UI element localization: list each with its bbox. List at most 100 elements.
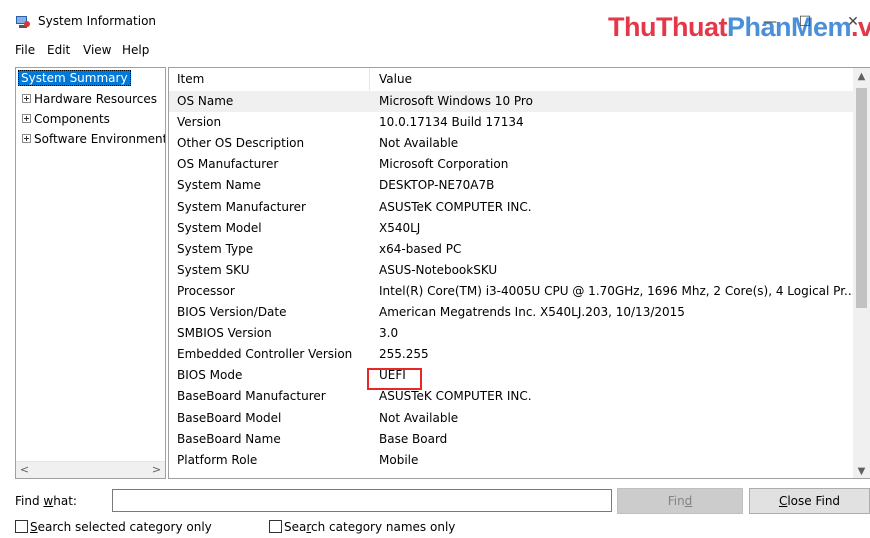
cell-value: 3.0 bbox=[379, 326, 399, 341]
find-bar: Find what: Find Close Find Search select… bbox=[0, 480, 870, 538]
tree-item-components[interactable]: Components bbox=[22, 110, 110, 130]
table-row[interactable]: BaseBoard Manufacturer ASUSTeK COMPUTER I… bbox=[169, 386, 855, 407]
maximize-button[interactable]: ☐ bbox=[790, 10, 820, 34]
column-header-value[interactable]: Value bbox=[379, 72, 412, 86]
category-tree[interactable]: System Summary Hardware Resources Compon… bbox=[15, 67, 166, 479]
scroll-left-icon[interactable]: < bbox=[16, 462, 33, 478]
close-button[interactable]: ✕ bbox=[838, 10, 868, 34]
cell-item: System Manufacturer bbox=[177, 199, 306, 214]
scroll-thumb[interactable] bbox=[856, 88, 867, 308]
checkbox2-prefix: Sea bbox=[284, 520, 307, 534]
cell-item: OS Name bbox=[177, 94, 234, 108]
minimize-button[interactable]: — bbox=[755, 10, 785, 34]
tree-item-software-environment[interactable]: Software Environment bbox=[22, 130, 166, 150]
cell-value: ASUSTeK COMPUTER INC. bbox=[379, 199, 532, 214]
checkbox1-label: earch selected category only bbox=[37, 520, 212, 534]
search-selected-category-checkbox[interactable]: Search selected category only bbox=[15, 520, 212, 534]
table-row[interactable]: BaseBoard Model Not Available bbox=[169, 408, 855, 429]
cell-value: Microsoft Corporation bbox=[379, 157, 509, 172]
table-row[interactable]: Other OS Description Not Available bbox=[169, 133, 855, 154]
close-find-suffix: lose Find bbox=[787, 494, 841, 508]
cell-item: BIOS Version/Date bbox=[177, 305, 287, 319]
plus-expander-icon[interactable] bbox=[22, 114, 31, 123]
cell-item: Embedded Controller Version bbox=[177, 347, 353, 362]
cell-item: OS Manufacturer bbox=[177, 157, 279, 172]
watermark: ThuThuatPhanMem.vn bbox=[608, 11, 870, 43]
cell-value: ASUS-NotebookSKU bbox=[379, 262, 498, 277]
tree-item-system-summary[interactable]: System Summary bbox=[18, 69, 131, 89]
cell-value: Not Available bbox=[379, 410, 459, 425]
window-title: System Information bbox=[38, 14, 157, 28]
cell-item: Other OS Description bbox=[177, 136, 305, 151]
cell-item: SMBIOS Version bbox=[177, 326, 272, 341]
plus-expander-icon[interactable] bbox=[22, 94, 31, 103]
scroll-right-icon[interactable]: > bbox=[148, 462, 165, 478]
cell-value: Microsoft Windows 10 Pro bbox=[379, 94, 533, 108]
cell-value: X540LJ bbox=[379, 220, 421, 235]
tree-item-label: System Summary bbox=[18, 70, 131, 86]
watermark-part-a: ThuThuat bbox=[608, 12, 727, 42]
plus-expander-icon[interactable] bbox=[22, 134, 31, 143]
close-find-button[interactable]: Close Find bbox=[749, 488, 870, 514]
checkbox2-label: ch category names only bbox=[311, 520, 456, 534]
cell-value: 10.0.17134 Build 17134 bbox=[379, 115, 524, 130]
find-label-suffix: hat: bbox=[53, 494, 77, 508]
cell-item: BaseBoard Manufacturer bbox=[177, 389, 326, 404]
cell-item: BIOS Mode bbox=[177, 368, 243, 383]
column-header-item[interactable]: Item bbox=[177, 72, 204, 86]
table-row[interactable]: OS Manufacturer Microsoft Corporation bbox=[169, 154, 855, 175]
table-row[interactable]: Platform Role Mobile bbox=[169, 450, 855, 471]
table-row[interactable]: BaseBoard Name Base Board bbox=[169, 429, 855, 450]
menu-edit[interactable]: Edit bbox=[47, 43, 70, 57]
find-input[interactable] bbox=[112, 489, 612, 512]
table-row[interactable]: System Name DESKTOP-NE70A7B bbox=[169, 175, 855, 196]
search-category-names-checkbox[interactable]: Search category names only bbox=[269, 520, 455, 534]
system-information-icon bbox=[16, 16, 30, 28]
details-list[interactable]: Item Value OS Name Microsoft Windows 10 P… bbox=[168, 67, 870, 479]
cell-item: BaseBoard Name bbox=[177, 431, 281, 446]
cell-item: System SKU bbox=[177, 262, 250, 277]
cell-value: x64-based PC bbox=[379, 241, 462, 256]
cell-value: Base Board bbox=[379, 431, 448, 446]
table-row[interactable]: BIOS Mode UEFI bbox=[169, 365, 855, 386]
cell-item: Platform Role bbox=[177, 452, 258, 467]
scroll-up-icon[interactable]: ▲ bbox=[853, 68, 870, 85]
checkbox-box[interactable] bbox=[269, 520, 282, 533]
find-button-accel: d bbox=[684, 494, 693, 508]
cell-item: Processor bbox=[177, 283, 235, 298]
find-label-accel: w bbox=[43, 494, 54, 508]
cell-item: Version bbox=[177, 115, 222, 130]
scroll-down-icon[interactable]: ▼ bbox=[853, 463, 870, 478]
table-row[interactable]: System Type x64-based PC bbox=[169, 239, 855, 260]
menu-view[interactable]: View bbox=[83, 43, 111, 57]
bios-mode-highlight bbox=[367, 368, 422, 390]
list-header: Item Value bbox=[169, 68, 855, 90]
table-row[interactable]: Processor Intel(R) Core(TM) i3-4005U CPU … bbox=[169, 281, 855, 302]
cell-item: BaseBoard Model bbox=[177, 410, 282, 425]
tree-item-label: Hardware Resources bbox=[34, 92, 158, 106]
tree-item-label: Software Environment bbox=[34, 132, 166, 146]
table-row[interactable]: System Manufacturer ASUSTeK COMPUTER INC. bbox=[169, 197, 855, 218]
table-row[interactable]: BIOS Version/Date American Megatrends Inc… bbox=[169, 302, 855, 323]
title-bar: System Information ThuThuatPhanMem.vn — … bbox=[0, 0, 870, 42]
cell-value: Not Available bbox=[379, 136, 459, 151]
vertical-scrollbar[interactable]: ▲ ▼ bbox=[853, 68, 870, 478]
checkbox-box[interactable] bbox=[15, 520, 28, 533]
menu-help[interactable]: Help bbox=[122, 43, 149, 57]
checkbox1-accel: S bbox=[30, 520, 38, 534]
column-divider[interactable] bbox=[369, 68, 370, 90]
table-row[interactable]: SMBIOS Version 3.0 bbox=[169, 323, 855, 344]
table-row[interactable]: OS Name Microsoft Windows 10 Pro bbox=[169, 91, 855, 112]
table-row[interactable]: System SKU ASUS-NotebookSKU bbox=[169, 260, 855, 281]
table-row[interactable]: Version 10.0.17134 Build 17134 bbox=[169, 112, 855, 133]
table-row[interactable]: Embedded Controller Version 255.255 bbox=[169, 344, 855, 365]
tree-item-hardware-resources[interactable]: Hardware Resources bbox=[22, 90, 157, 110]
horizontal-scrollbar[interactable]: < > bbox=[16, 461, 165, 478]
cell-value: American Megatrends Inc. X540LJ.203, 10/… bbox=[379, 305, 685, 319]
table-row[interactable]: System Model X540LJ bbox=[169, 218, 855, 239]
find-label-prefix: Find bbox=[15, 494, 44, 508]
cell-value: Mobile bbox=[379, 452, 419, 467]
cell-item: System Model bbox=[177, 220, 262, 235]
find-button[interactable]: Find bbox=[617, 488, 743, 514]
menu-file[interactable]: File bbox=[15, 43, 35, 57]
